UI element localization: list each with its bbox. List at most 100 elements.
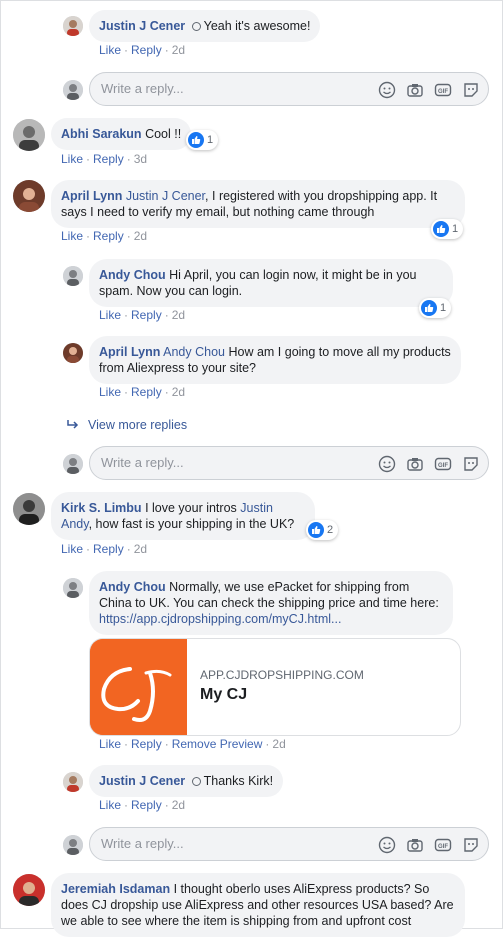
camera-icon[interactable] xyxy=(406,836,424,854)
avatar-april[interactable] xyxy=(63,343,83,363)
comment-author[interactable]: Justin J Cener xyxy=(99,774,185,788)
comment-bubble: Andy Chou Hi April, you can login now, i… xyxy=(89,259,453,307)
like-link[interactable]: Like xyxy=(61,229,83,243)
comment-time[interactable]: 2d xyxy=(172,385,185,399)
comment-author[interactable]: April Lynn xyxy=(61,189,122,203)
like-link[interactable]: Like xyxy=(99,798,121,812)
like-reaction-icon xyxy=(188,132,204,148)
like-link[interactable]: Like xyxy=(99,385,121,399)
comment-time[interactable]: 2d xyxy=(172,308,185,322)
emoji-icon[interactable] xyxy=(378,836,396,854)
reaction-number: 1 xyxy=(207,134,214,146)
reply-placeholder: Write a reply... xyxy=(101,836,184,851)
avatar-current-user xyxy=(63,80,83,100)
reply-placeholder: Write a reply... xyxy=(101,81,184,96)
comment-text-before: I love your intros xyxy=(145,501,237,515)
comment-author[interactable]: Abhi Sarakun xyxy=(61,127,142,141)
comment-author[interactable]: Justin J Cener xyxy=(99,19,185,33)
like-reaction-icon xyxy=(421,300,437,316)
reaction-count[interactable]: 1 xyxy=(431,219,464,239)
mention-link[interactable]: Andy Chou xyxy=(163,345,225,359)
comment-actions: Like · Reply · 2d xyxy=(61,542,148,556)
reply-link[interactable]: Reply xyxy=(131,43,162,57)
comment-bubble: Jeremiah Isdaman I thought oberlo uses A… xyxy=(51,873,465,937)
svg-text:GIF: GIF xyxy=(438,463,448,469)
reply-link[interactable]: Reply xyxy=(131,385,162,399)
like-link[interactable]: Like xyxy=(99,43,121,57)
reply-link[interactable]: Reply xyxy=(131,798,162,812)
comment-actions: Like · Reply · 3d xyxy=(61,152,148,166)
reaction-count[interactable]: 1 xyxy=(419,298,452,318)
reaction-count[interactable]: 1 xyxy=(186,130,219,150)
shipping-link[interactable]: https://app.cjdropshipping.com/myCJ.html… xyxy=(99,612,341,626)
avatar-current-user xyxy=(63,835,83,855)
preview-domain: APP.CJDROPSHIPPING.COM xyxy=(200,668,364,682)
like-link[interactable]: Like xyxy=(99,308,121,322)
verified-badge-icon xyxy=(191,22,201,31)
camera-icon[interactable] xyxy=(406,455,424,473)
comment-time[interactable]: 3d xyxy=(134,152,147,166)
cj-logo-image xyxy=(90,639,187,735)
reply-link[interactable]: Reply xyxy=(93,229,124,243)
emoji-icon[interactable] xyxy=(378,81,396,99)
comment-author[interactable]: Jeremiah Isdaman xyxy=(61,882,170,896)
reaction-number: 1 xyxy=(452,223,459,235)
comment-actions: Like · Reply · 2d xyxy=(99,308,186,322)
reply-link[interactable]: Reply xyxy=(131,737,162,751)
comment-bubble: April Lynn Justin J Cener, I registered … xyxy=(51,180,465,228)
comment-text: Cool !! xyxy=(145,127,182,141)
preview-title: My CJ xyxy=(200,686,248,703)
avatar-justin[interactable] xyxy=(63,16,83,36)
comment-bubble: April Lynn Andy Chou How am I going to m… xyxy=(89,336,461,384)
comment-text: Thanks Kirk! xyxy=(203,774,274,788)
avatar-andy[interactable] xyxy=(63,578,83,598)
avatar-jeremiah[interactable] xyxy=(13,874,45,906)
comment-author[interactable]: Kirk S. Limbu xyxy=(61,501,142,515)
comment-author[interactable]: Andy Chou xyxy=(99,580,166,594)
avatar-kirk[interactable] xyxy=(13,493,45,525)
gif-icon[interactable]: GIF xyxy=(434,455,452,473)
comment-time[interactable]: 2d xyxy=(134,542,147,556)
comment-author[interactable]: Andy Chou xyxy=(99,268,166,282)
avatar-justin[interactable] xyxy=(63,772,83,792)
reply-input[interactable]: Write a reply... GIF xyxy=(89,446,489,480)
comment-bubble: Justin J Cener Yeah it's awesome! xyxy=(89,10,321,42)
like-link[interactable]: Like xyxy=(99,737,121,751)
reply-link[interactable]: Reply xyxy=(93,542,124,556)
like-link[interactable]: Like xyxy=(61,152,83,166)
comment-bubble: Justin J Cener Thanks Kirk! xyxy=(89,765,284,797)
gif-icon[interactable]: GIF xyxy=(434,836,452,854)
sticker-icon[interactable] xyxy=(462,455,480,473)
like-reaction-icon xyxy=(308,522,324,538)
mention-link[interactable]: Justin J Cener xyxy=(126,189,205,203)
reaction-count[interactable]: 2 xyxy=(306,520,339,540)
sticker-icon[interactable] xyxy=(462,81,480,99)
reply-placeholder: Write a reply... xyxy=(101,455,184,470)
comment-actions: Like · Reply · 2d xyxy=(99,385,186,399)
comment-time[interactable]: 2d xyxy=(172,798,185,812)
link-preview-card[interactable]: APP.CJDROPSHIPPING.COM My CJ xyxy=(89,638,461,736)
verified-badge-icon xyxy=(191,777,201,786)
view-more-replies[interactable]: View more replies xyxy=(66,418,187,432)
comment-author[interactable]: April Lynn xyxy=(99,345,160,359)
reply-link[interactable]: Reply xyxy=(93,152,124,166)
avatar-abhi[interactable] xyxy=(13,119,45,151)
sticker-icon[interactable] xyxy=(462,836,480,854)
avatar-april[interactable] xyxy=(13,180,45,212)
comment-time[interactable]: 2d xyxy=(172,43,185,57)
remove-preview-link[interactable]: Remove Preview xyxy=(172,737,263,751)
gif-icon[interactable]: GIF xyxy=(434,81,452,99)
reaction-number: 1 xyxy=(440,302,447,314)
comment-actions: Like · Reply · 2d xyxy=(99,798,186,812)
comment-time[interactable]: 2d xyxy=(134,229,147,243)
avatar-andy[interactable] xyxy=(63,266,83,286)
camera-icon[interactable] xyxy=(406,81,424,99)
emoji-icon[interactable] xyxy=(378,455,396,473)
comment-actions: Like · Reply · 2d xyxy=(61,229,148,243)
avatar-current-user xyxy=(63,454,83,474)
reply-input[interactable]: Write a reply... GIF xyxy=(89,827,489,861)
reply-link[interactable]: Reply xyxy=(131,308,162,322)
comment-time[interactable]: 2d xyxy=(272,737,285,751)
like-link[interactable]: Like xyxy=(61,542,83,556)
reply-input[interactable]: Write a reply... GIF xyxy=(89,72,489,106)
